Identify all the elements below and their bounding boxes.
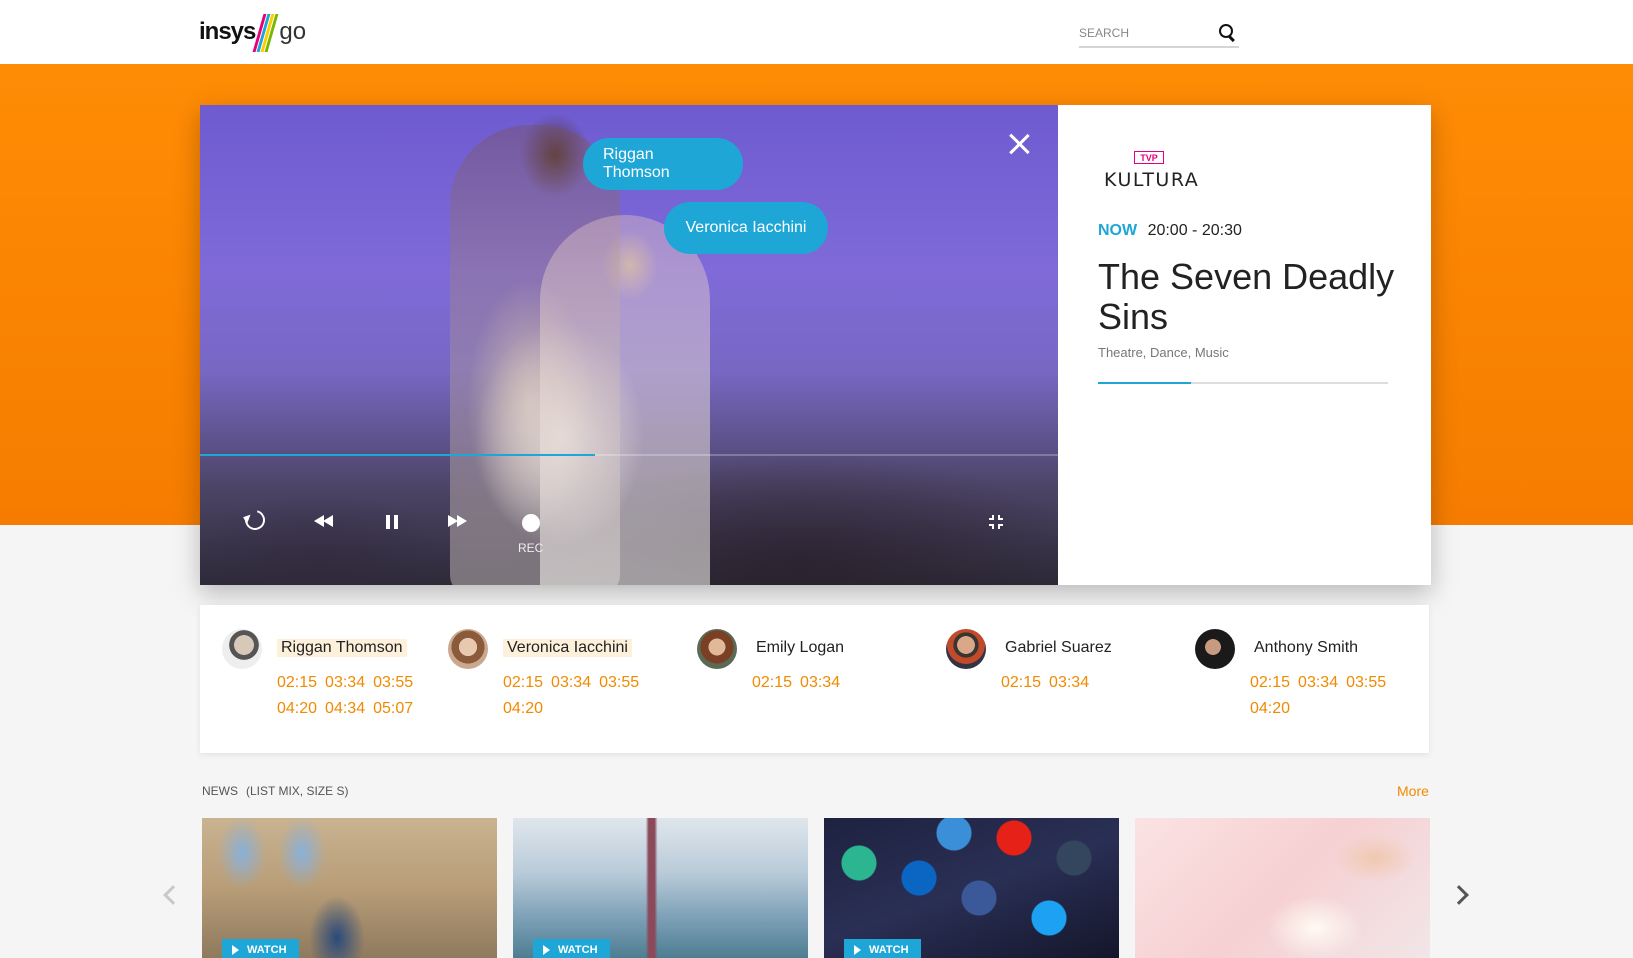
now-airing: NOW 20:00 - 20:30 — [1098, 222, 1242, 240]
playback-progress-bar[interactable] — [200, 454, 1058, 456]
time-link[interactable]: 02:15 — [277, 674, 317, 691]
show-title: The Seven Deadly Sins — [1098, 256, 1395, 337]
news-card[interactable]: WATCH — [202, 818, 497, 958]
cast-times: 02:15 03:34 03:55 04:20 04:34 05:07 — [277, 670, 427, 722]
watch-label: WATCH — [558, 944, 598, 956]
channel-badge: TVP — [1134, 151, 1164, 164]
player-card: Riggan Thomson Veronica Iacchini REC TVP… — [200, 105, 1431, 585]
record-label: REC — [518, 541, 544, 555]
watch-button[interactable]: WATCH — [533, 939, 610, 958]
top-header: insys go — [0, 0, 1633, 64]
news-subtitle: (LIST MIX, SIZE S) — [246, 784, 349, 798]
news-section-heading: NEWS (LIST MIX, SIZE S) — [202, 784, 348, 798]
carousel-prev-icon[interactable] — [163, 885, 183, 905]
now-label: NOW — [1098, 222, 1138, 239]
logo-color-bars — [252, 10, 279, 54]
watch-label: WATCH — [869, 944, 909, 956]
time-link[interactable]: 04:20 — [503, 700, 543, 717]
time-link[interactable]: 03:34 — [1049, 674, 1089, 691]
playback-progress-fill — [200, 454, 595, 456]
news-card[interactable]: WATCH — [513, 818, 808, 958]
channel-logo: TVP KULTURA — [1104, 151, 1198, 193]
time-link[interactable]: 02:15 — [503, 674, 543, 691]
avatar — [946, 629, 986, 669]
time-link[interactable]: 03:34 — [325, 674, 365, 691]
news-image-social-apps — [824, 818, 1119, 958]
exit-fullscreen-icon[interactable] — [989, 515, 1003, 529]
cast-name: Riggan Thomson — [277, 639, 407, 657]
avatar — [448, 629, 488, 669]
channel-name: KULTURA — [1104, 169, 1200, 191]
airing-progress-bar — [1098, 382, 1388, 384]
time-link[interactable]: 02:15 — [1250, 674, 1290, 691]
news-image-skyline — [513, 818, 808, 958]
more-link[interactable]: More — [1397, 783, 1429, 799]
time-link[interactable]: 04:34 — [325, 700, 365, 717]
news-image-notebook — [1135, 818, 1430, 958]
cast-times: 02:15 03:34 — [752, 670, 902, 696]
time-link[interactable]: 04:20 — [1250, 700, 1290, 717]
cast-times: 02:15 03:34 03:55 04:20 — [1250, 670, 1400, 722]
logo-wordmark: insys — [199, 18, 256, 45]
search-bar — [1079, 20, 1239, 48]
replay-icon[interactable] — [241, 506, 269, 534]
watch-button[interactable]: WATCH — [222, 939, 299, 958]
time-link[interactable]: 03:34 — [1298, 674, 1338, 691]
video-player[interactable]: Riggan Thomson Veronica Iacchini REC — [200, 105, 1058, 585]
cast-name: Emily Logan — [756, 639, 845, 656]
time-link[interactable]: 03:55 — [373, 674, 413, 691]
watch-label: WATCH — [247, 944, 287, 956]
person-tag-veronica-iacchini[interactable]: Veronica Iacchini — [664, 202, 828, 254]
news-card[interactable]: WATCH — [824, 818, 1119, 958]
person-tag-riggan-thomson[interactable]: Riggan Thomson — [583, 138, 743, 190]
rewind-icon[interactable] — [314, 515, 334, 527]
logo-go-text: go — [279, 18, 307, 45]
news-image-ruins — [202, 818, 497, 958]
insys-go-logo[interactable]: insys go — [199, 10, 306, 54]
time-range: 20:00 - 20:30 — [1147, 222, 1242, 239]
avatar — [697, 629, 737, 669]
fast-forward-icon[interactable] — [448, 515, 468, 527]
watch-button[interactable]: WATCH — [844, 939, 921, 958]
time-link[interactable]: 03:55 — [599, 674, 639, 691]
cast-name: Anthony Smith — [1254, 639, 1359, 656]
cast-name: Veronica Iacchini — [503, 639, 632, 657]
time-link[interactable]: 03:55 — [1346, 674, 1386, 691]
time-link[interactable]: 02:15 — [752, 674, 792, 691]
show-info-panel: TVP KULTURA NOW 20:00 - 20:30 The Seven … — [1058, 105, 1431, 585]
carousel-next-icon[interactable] — [1449, 885, 1469, 905]
time-link[interactable]: 02:15 — [1001, 674, 1041, 691]
cast-name: Gabriel Suarez — [1005, 639, 1112, 656]
close-icon[interactable] — [1006, 131, 1032, 157]
record-icon[interactable] — [522, 514, 540, 532]
search-icon[interactable] — [1217, 22, 1239, 44]
cast-times: 02:15 03:34 03:55 04:20 — [503, 670, 653, 722]
pause-icon[interactable] — [386, 515, 398, 529]
news-title: NEWS — [202, 784, 238, 798]
time-link[interactable]: 03:34 — [551, 674, 591, 691]
news-card[interactable] — [1135, 818, 1430, 958]
airing-progress-fill — [1098, 382, 1191, 384]
search-input[interactable] — [1079, 26, 1199, 40]
time-link[interactable]: 04:20 — [277, 700, 317, 717]
avatar — [222, 629, 262, 669]
time-link[interactable]: 05:07 — [373, 700, 413, 717]
time-link[interactable]: 03:34 — [800, 674, 840, 691]
cast-times: 02:15 03:34 — [1001, 670, 1151, 696]
video-still-dancer-woman — [540, 215, 710, 585]
show-genres: Theatre, Dance, Music — [1098, 345, 1229, 360]
cast-timeline: Riggan Thomson 02:15 03:34 03:55 04:20 04:3… — [200, 605, 1429, 753]
avatar — [1195, 629, 1235, 669]
